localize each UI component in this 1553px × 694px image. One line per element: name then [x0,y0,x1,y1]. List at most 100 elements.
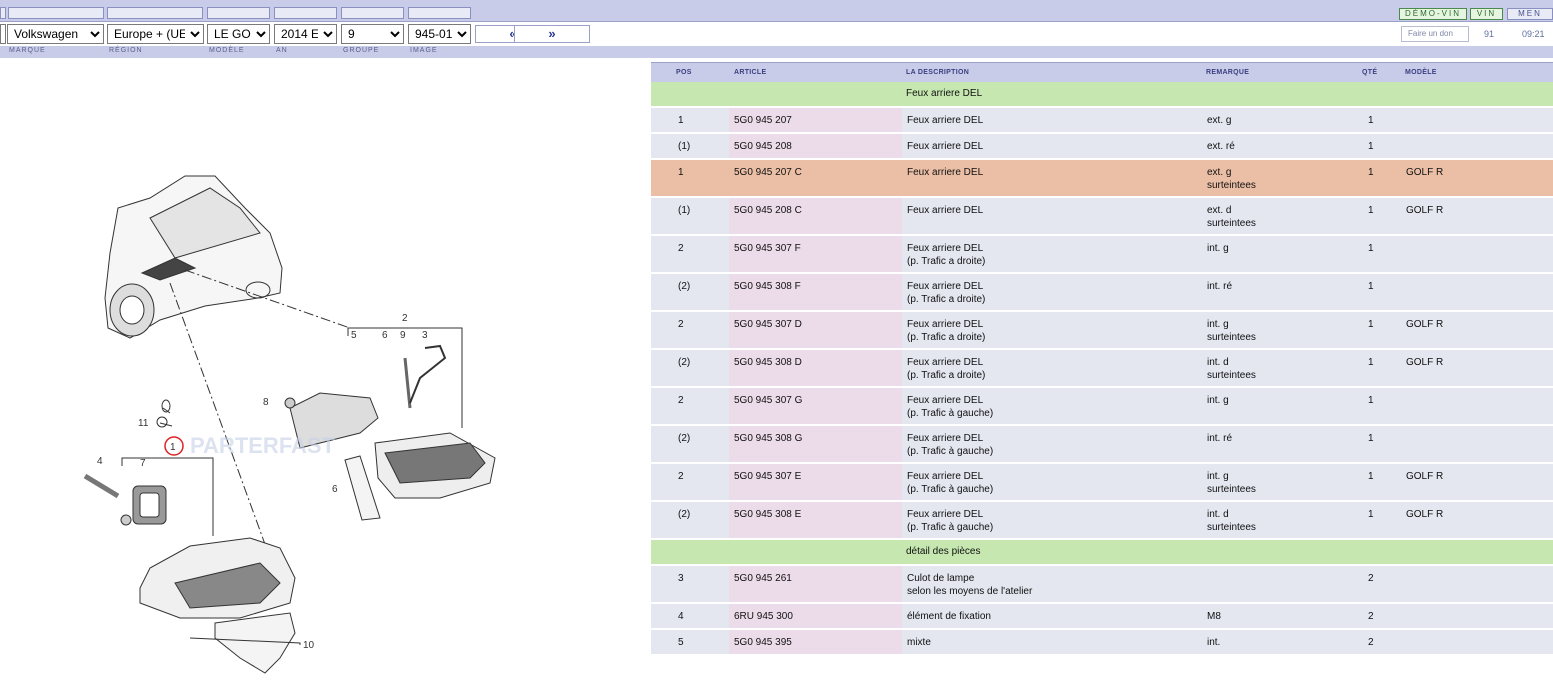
remarque-cell: int. g [1207,395,1229,406]
article-cell[interactable]: 5G0 945 307 E [734,470,801,483]
article-cell[interactable]: 6RU 945 300 [734,610,793,623]
pos-cell: 2 [678,471,684,482]
table-row[interactable]: (1) 5G0 945 208 Feux arriere DEL ext. ré 1 [651,134,1553,160]
qte-cell: 1 [1368,433,1374,444]
remarque-cell: int. g surteintees [1207,471,1256,495]
header-article[interactable]: ARTICLE [734,69,766,76]
menu-button[interactable]: MEN [1507,8,1553,20]
table-row-selected[interactable]: 1 5G0 945 207 C Feux arriere DEL ext. g sur… [651,160,1553,198]
marque-select[interactable]: Volkswagen [7,24,104,44]
article-cell[interactable]: 5G0 945 395 [734,636,792,649]
table-row[interactable]: 4 6RU 945 300 élément de fixation M8 2 [651,604,1553,630]
table-row[interactable]: (2) 5G0 945 308 E Feux arriere DEL (p. Tra… [651,502,1553,540]
group-row[interactable]: Feux arriere DEL [651,82,1553,108]
pos-cell: (1) [678,141,691,152]
article-cell[interactable]: 5G0 945 207 C [734,166,802,179]
description-cell: Feux arriere DEL [907,167,984,178]
callout-1: 1 [170,442,176,453]
callout-4: 4 [97,456,103,467]
remarque-cell: int. ré [1207,433,1233,444]
modele-cell: GOLF R [1406,471,1444,482]
qte-cell: 1 [1368,167,1374,178]
table-row[interactable]: (2) 5G0 945 308 F Feux arriere DEL (p. Tra… [651,274,1553,312]
table-row[interactable]: (1) 5G0 945 208 C Feux arriere DEL ext. d s… [651,198,1553,236]
article-cell[interactable]: 5G0 945 261 [734,572,792,585]
pos-cell: 3 [678,573,684,584]
top-tab[interactable] [408,7,471,19]
article-cell[interactable]: 5G0 945 307 F [734,242,801,255]
modele-cell: GOLF R [1406,509,1444,520]
group-title: détail des pièces [906,546,981,557]
table-row[interactable]: 2 5G0 945 307 F Feux arriere DEL (p. Trafi… [651,236,1553,274]
region-select[interactable]: Europe + (UE) [107,24,204,44]
exploded-parts-diagram[interactable]: 2 5 6 9 3 8 11 1 4 7 6 10 PARTERFAST [0,58,651,689]
callout-5: 5 [351,330,357,341]
qte-cell: 1 [1368,509,1374,520]
remarque-cell: int. d surteintees [1207,357,1256,381]
an-select[interactable]: 2014 E [274,24,337,44]
modele-cell: GOLF R [1406,205,1444,216]
description-cell: Feux arriere DEL (p. Trafic à gauche) [907,471,994,495]
remarque-cell: int. [1207,637,1221,648]
callout-2: 2 [402,313,408,324]
next-image-button[interactable]: » [514,25,590,43]
table-header: POS ARTICLE LA DESCRIPTION REMARQUE QTÉ … [651,62,1553,82]
header-pos[interactable]: POS [676,69,692,76]
pos-cell: (2) [678,357,691,368]
table-row[interactable]: 5 5G0 945 395 mixte int. 2 [651,630,1553,656]
article-cell[interactable]: 5G0 945 208 [734,140,792,153]
table-row[interactable]: 1 5G0 945 207 Feux arriere DEL ext. g 1 [651,108,1553,134]
callout-7: 7 [140,458,146,469]
diagram-drawing: 2 5 6 9 3 8 11 1 4 7 6 10 PARTERFAST [83,175,496,674]
top-tab[interactable] [274,7,337,19]
header-remarque[interactable]: REMARQUE [1206,69,1249,76]
remarque-cell: ext. g [1207,115,1232,126]
description-cell: Feux arriere DEL [907,205,984,216]
table-row[interactable]: 2 5G0 945 307 G Feux arriere DEL (p. Trafi… [651,388,1553,426]
qte-cell: 1 [1368,319,1374,330]
pos-cell: (1) [678,205,691,216]
article-cell[interactable]: 5G0 945 308 G [734,432,802,445]
table-row[interactable]: 2 5G0 945 307 D Feux arriere DEL (p. Trafi… [651,312,1553,350]
top-tab[interactable] [8,7,104,19]
group-row[interactable]: détail des pièces [651,540,1553,566]
header-modele[interactable]: MODÈLE [1405,69,1437,76]
qte-cell: 1 [1368,115,1374,126]
modele-select[interactable]: LE GOL [207,24,270,44]
vin-button[interactable]: VIN [1470,8,1503,20]
pos-cell: 5 [678,637,684,648]
top-tab[interactable] [107,7,203,19]
header-qte[interactable]: QTÉ [1362,69,1377,76]
description-cell: Feux arriere DEL (p. Trafic a droite) [907,243,986,267]
table-row[interactable]: (2) 5G0 945 308 G Feux arriere DEL (p. Tra… [651,426,1553,464]
article-cell[interactable]: 5G0 945 207 [734,114,792,127]
table-row[interactable]: (2) 5G0 945 308 D Feux arriere DEL (p. Tra… [651,350,1553,388]
pos-cell: 2 [678,395,684,406]
remarque-cell: ext. ré [1207,141,1235,152]
image-select[interactable]: 945-010 [408,24,471,44]
article-cell[interactable]: 5G0 945 307 D [734,318,802,331]
top-tab[interactable] [0,7,6,19]
article-cell[interactable]: 5G0 945 208 C [734,204,802,217]
top-tab[interactable] [341,7,404,19]
modele-cell: GOLF R [1406,167,1444,178]
article-cell[interactable]: 5G0 945 307 G [734,394,802,407]
table-row[interactable]: 3 5G0 945 261 Culot de lampe selon les moy… [651,566,1553,604]
watermark: PARTERFAST [190,433,336,458]
article-cell[interactable]: 5G0 945 308 E [734,508,801,521]
table-row[interactable]: 2 5G0 945 307 E Feux arriere DEL (p. Trafi… [651,464,1553,502]
qte-cell: 1 [1368,141,1374,152]
hidden-select[interactable] [0,24,6,44]
callout-8: 8 [263,397,269,408]
remarque-cell: ext. d surteintees [1207,205,1256,229]
article-cell[interactable]: 5G0 945 308 D [734,356,802,369]
header-description[interactable]: LA DESCRIPTION [906,69,969,76]
description-cell: Feux arriere DEL [907,115,984,126]
donate-input[interactable]: Faire un don [1401,26,1469,42]
label-image: IMAGE [410,47,438,54]
demo-vin-button[interactable]: DÉMO-VIN [1399,8,1467,20]
groupe-select[interactable]: 9 [341,24,404,44]
label-groupe: GROUPE [343,47,380,54]
article-cell[interactable]: 5G0 945 308 F [734,280,801,293]
top-tab[interactable] [207,7,270,19]
